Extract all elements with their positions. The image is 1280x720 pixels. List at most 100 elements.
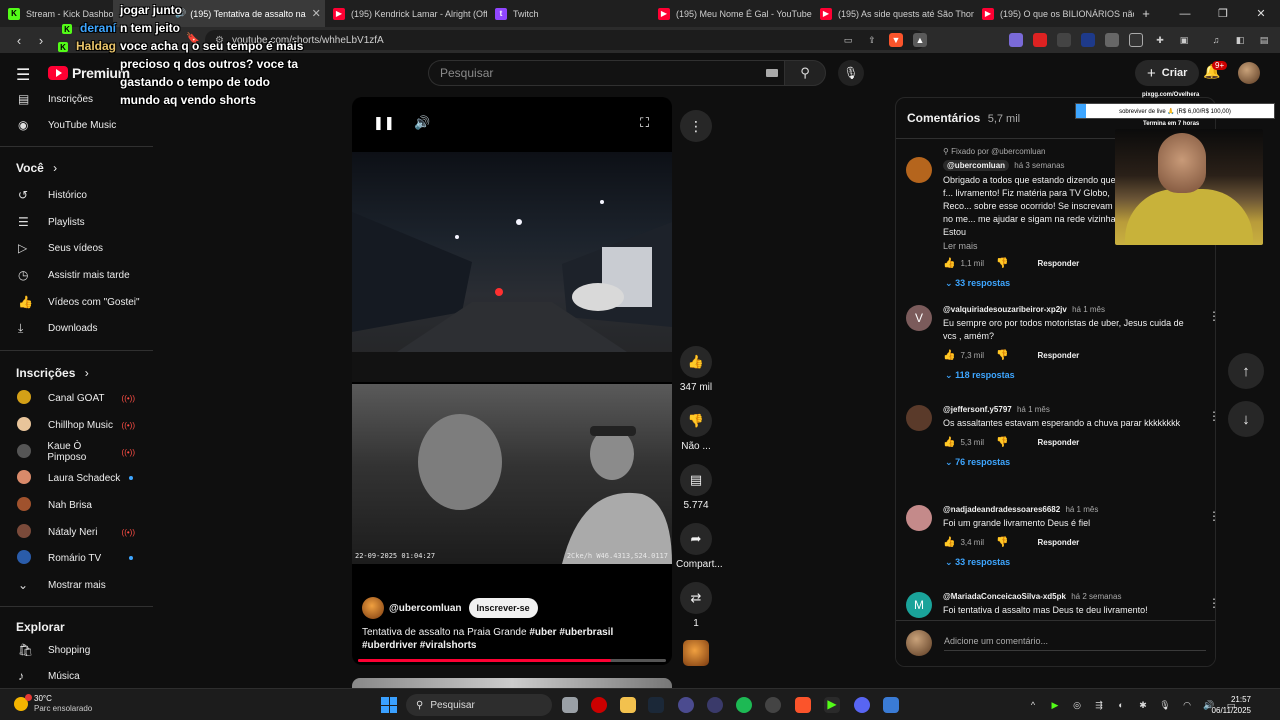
commenter-avatar[interactable] [906, 157, 932, 183]
restore-button[interactable]: ❐ [1204, 0, 1242, 27]
extension-2-icon[interactable] [1033, 33, 1047, 47]
close-tab-icon[interactable]: ✕ [306, 7, 321, 20]
sidebar-sub-nataly[interactable]: Nátaly Neri ((•)) [0, 519, 153, 545]
reply-button[interactable]: Responder [1037, 438, 1079, 447]
pause-icon[interactable]: ❚❚ [373, 115, 395, 131]
add-comment-field[interactable]: Adicione um comentário... [944, 636, 1206, 651]
extension-1-icon[interactable] [1009, 33, 1023, 47]
app-icon[interactable] [883, 697, 899, 713]
tab-side-quests[interactable]: ▶ (195) As side quests até São Thomé [812, 0, 974, 27]
file-explorer-icon[interactable] [620, 697, 636, 713]
cast-icon[interactable]: ▭ [841, 33, 855, 47]
extensions-puzzle-icon[interactable]: ✚ [1153, 33, 1167, 47]
sidebar-toggle-icon[interactable]: ◧ [1233, 33, 1247, 47]
fullscreen-icon[interactable]: ⛶ [640, 115, 649, 131]
dislike-comment-icon[interactable]: 👎 [996, 258, 1008, 269]
microphone-icon[interactable]: 🎙 [1154, 700, 1176, 711]
sidebar-sub-nah-brisa[interactable]: Nah Brisa [0, 492, 153, 518]
wallet-icon[interactable]: ▤ [1257, 33, 1271, 47]
sidebar-item-downloads[interactable]: ⤓ Downloads [0, 315, 153, 341]
replies-toggle[interactable]: ⌄ 33 respostas [945, 278, 1188, 289]
sidebar-sub-kaue[interactable]: Kaue Ò Pimposo ((•)) [0, 439, 153, 465]
comment-menu-icon[interactable]: ⋮ [1208, 596, 1215, 610]
share-button[interactable]: ➦ [680, 523, 712, 555]
comment-author[interactable]: @jeffersonf.y5797 [943, 405, 1012, 414]
brave-rewards-icon[interactable]: ▲ [913, 33, 927, 47]
sidebar-sub-canal-goat[interactable]: Canal GOAT ((•)) [0, 385, 153, 411]
comment-author[interactable]: @ubercomluan [943, 160, 1010, 171]
like-comment-icon[interactable]: 👍 [943, 350, 955, 361]
show-more-button[interactable]: ⌄ Mostrar mais [0, 572, 153, 598]
commenter-avatar[interactable]: M [906, 592, 932, 618]
tab-bilionarios[interactable]: ▶ (195) O que os BILIONÁRIOS não te [974, 0, 1134, 27]
like-button[interactable]: 👍 [680, 346, 712, 378]
extension-4-icon[interactable] [1081, 33, 1095, 47]
task-view-icon[interactable] [562, 697, 578, 713]
previous-short-button[interactable]: ↑ [1228, 353, 1264, 389]
progress-bar[interactable] [358, 659, 666, 662]
create-button[interactable]: + Criar [1135, 60, 1200, 86]
new-tab-button[interactable]: + [1134, 6, 1158, 21]
tab-kendrick[interactable]: ▶ (195) Kendrick Lamar - Alright (Offic [325, 0, 487, 27]
extension-6-icon[interactable] [1129, 33, 1143, 47]
comment-menu-icon[interactable]: ⋮ [1208, 509, 1215, 523]
like-comment-icon[interactable]: 👍 [943, 258, 955, 269]
discord-icon[interactable] [854, 697, 870, 713]
dislike-button[interactable]: 👎 [680, 405, 712, 437]
tray-app-icon[interactable]: ◎ [1066, 700, 1088, 711]
extension-5-icon[interactable] [1105, 33, 1119, 47]
comment-menu-icon[interactable]: ⋮ [1208, 309, 1215, 323]
remix-button[interactable]: ⇄ [680, 582, 712, 614]
tray-app-icon[interactable]: ◐ [1110, 700, 1132, 710]
dislike-comment-icon[interactable]: 👎 [996, 537, 1008, 548]
channel-avatar[interactable] [362, 597, 384, 619]
replies-toggle[interactable]: ⌄ 33 respostas [945, 557, 1188, 568]
next-short-button[interactable]: ↓ [1228, 401, 1264, 437]
like-comment-icon[interactable]: 👍 [943, 537, 955, 548]
steam-icon[interactable] [648, 697, 664, 713]
reply-button[interactable]: Responder [1037, 259, 1079, 268]
sidebar-sub-laura[interactable]: Laura Schadeck [0, 465, 153, 491]
comments-button[interactable]: ▤ [680, 464, 712, 496]
kick-tray-icon[interactable]: ▶ [1044, 700, 1066, 711]
minimize-button[interactable]: — [1166, 0, 1204, 27]
sidebar-item-shopping[interactable]: 🛍 Shopping [0, 637, 153, 663]
brave-shield-icon[interactable]: ▼ [889, 33, 903, 47]
short-video-player[interactable]: ❚❚ 🔊 ⛶ 22-09-2025 01:04:27 2Cke/h W46.43… [352, 97, 672, 665]
github-icon[interactable] [765, 697, 781, 713]
tray-app-icon[interactable]: ⇶ [1088, 700, 1110, 711]
dislike-comment-icon[interactable]: 👎 [996, 350, 1008, 361]
bluetooth-icon[interactable]: ✱ [1132, 700, 1154, 711]
clock[interactable]: 21:57 06/11/2025 [1205, 694, 1251, 716]
voice-search-button[interactable]: 🎙 [838, 60, 864, 86]
sidebar-sub-chillhop[interactable]: Chillhop Music ((•)) [0, 412, 153, 438]
tab-meu-nome-e-gal[interactable]: ▶ (195) Meu Nome É Gal - YouTube [650, 0, 812, 27]
volume-icon[interactable]: 🔊 [414, 115, 430, 131]
more-options-button[interactable]: ⋮ [680, 110, 712, 142]
close-window-button[interactable]: ✕ [1242, 0, 1280, 27]
comment-menu-icon[interactable]: ⋮ [1208, 409, 1215, 423]
spotify-icon[interactable] [736, 697, 752, 713]
comment-author[interactable]: @MariadaConceicaoSilva-xd5pk [943, 592, 1066, 601]
app-icon[interactable] [707, 697, 723, 713]
sidebar-item-playlists[interactable]: ☰ Playlists [0, 209, 153, 235]
kick-app-icon[interactable]: ▶ [824, 697, 840, 713]
start-button[interactable] [381, 697, 397, 713]
replies-toggle[interactable]: ⌄ 118 respostas [945, 370, 1188, 381]
obs-icon[interactable] [678, 697, 694, 713]
commenter-avatar[interactable] [906, 505, 932, 531]
section-subscriptions[interactable]: Inscrições › [16, 366, 89, 380]
menu-icon[interactable]: ☰ [16, 65, 30, 85]
youtube-logo[interactable]: Premium [48, 65, 130, 81]
tab-twitch[interactable]: t Twitch [487, 0, 650, 27]
commenter-avatar[interactable] [906, 405, 932, 431]
subscribe-button[interactable]: Inscrever-se [468, 598, 538, 618]
brave-icon[interactable] [795, 697, 811, 713]
media-control-icon[interactable]: ♫ [1209, 33, 1223, 47]
sidebar-item-youtube-music[interactable]: ◉ YouTube Music [0, 112, 153, 138]
sidebar-item-watch-later[interactable]: ◷ Assistir mais tarde [0, 262, 153, 288]
opera-icon[interactable] [591, 697, 607, 713]
search-button[interactable]: ⚲ [784, 60, 826, 86]
replies-toggle[interactable]: ⌄ 76 respostas [945, 457, 1188, 468]
search-input[interactable] [428, 60, 784, 86]
